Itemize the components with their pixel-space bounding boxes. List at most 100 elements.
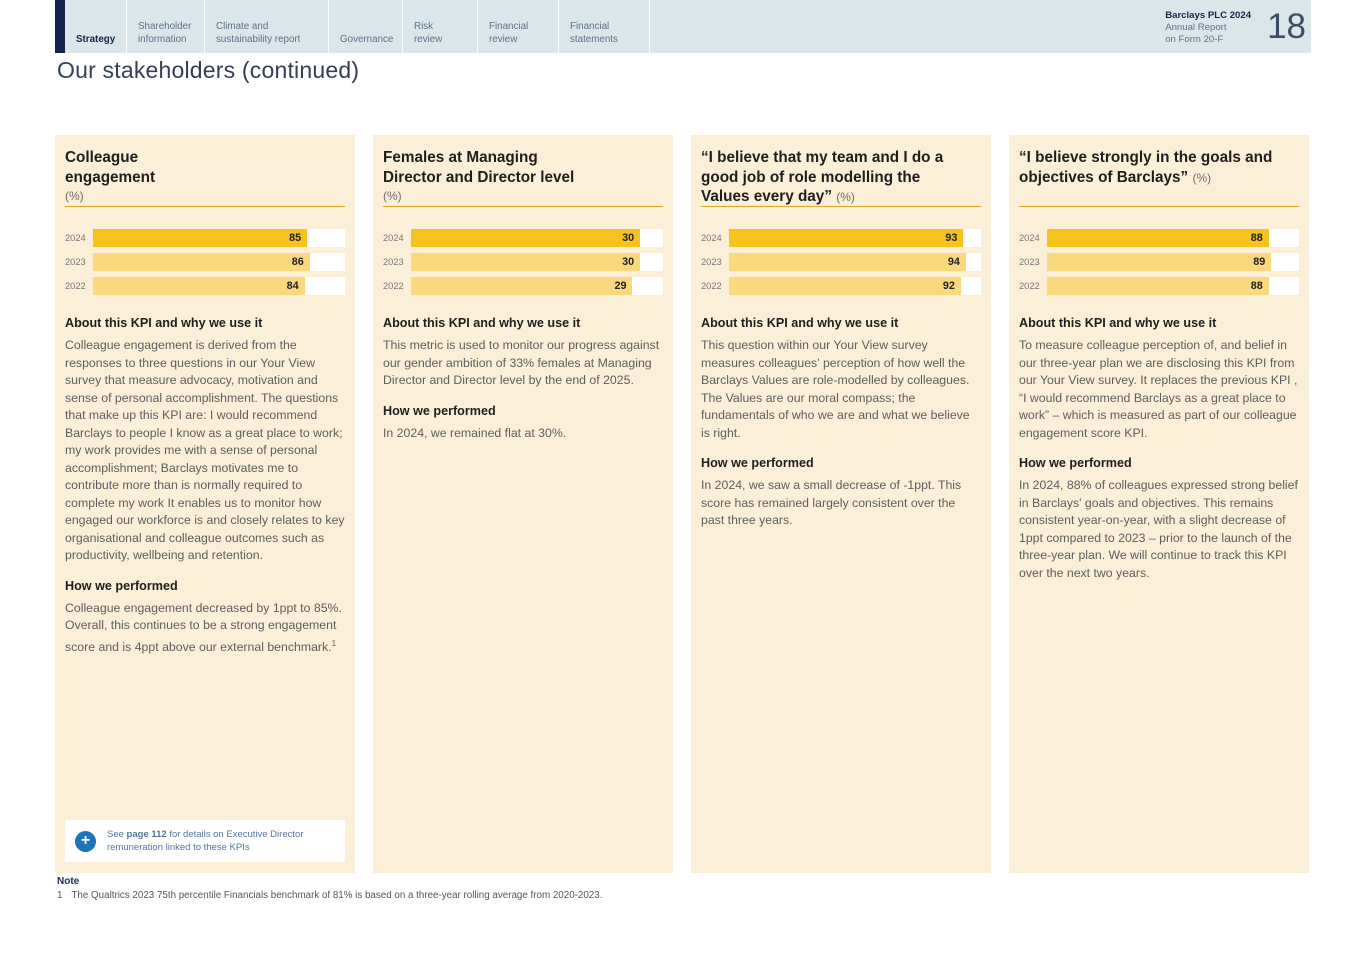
- how-we-performed-text: In 2024, 88% of colleagues expressed str…: [1019, 477, 1299, 582]
- page-112-cross-reference-link[interactable]: + See page 112 for details on Executive …: [65, 820, 345, 862]
- bar-track: 88: [1047, 277, 1299, 295]
- bar-row: 2022 29: [383, 277, 663, 295]
- bar-track: 94: [729, 253, 981, 271]
- bar-row: 2023 86: [65, 253, 345, 271]
- bar-value: 89: [1253, 256, 1265, 268]
- about-kpi-section: About this KPI and why we use it Colleag…: [65, 316, 345, 565]
- bar-track: 30: [411, 229, 663, 247]
- bar-year-label: 2022: [1019, 281, 1043, 291]
- bar-track: 29: [411, 277, 663, 295]
- bar-value: 84: [287, 280, 299, 292]
- bar-year-label: 2022: [383, 281, 407, 291]
- bar-track: 89: [1047, 253, 1299, 271]
- about-kpi-text: To measure colleague perception of, and …: [1019, 337, 1299, 442]
- bar-year-label: 2023: [1019, 257, 1043, 267]
- footnotes: Note 1 The Qualtrics 2023 75th percentil…: [57, 876, 602, 901]
- tab-risk-review[interactable]: Risk review: [403, 0, 478, 53]
- note-heading: Note: [57, 876, 602, 887]
- about-kpi-section: About this KPI and why we use it This qu…: [701, 316, 981, 442]
- about-kpi-text: Colleague engagement is derived from the…: [65, 337, 345, 565]
- card-header: Colleagueengagement (%): [65, 148, 345, 207]
- kpi-card-colleague-engagement: Colleagueengagement (%) 2024 85 2023 86 …: [55, 135, 355, 873]
- how-we-performed-text: In 2024, we saw a small decrease of -1pp…: [701, 477, 981, 530]
- card-header: Females at ManagingDirector and Director…: [383, 148, 663, 207]
- bar-year-label: 2024: [65, 233, 89, 243]
- about-kpi-heading: About this KPI and why we use it: [383, 316, 663, 330]
- bar-chart: 2024 93 2023 94 2022 92: [701, 229, 981, 295]
- report-header: Strategy Shareholder information Climate…: [55, 0, 1311, 53]
- bar-year-label: 2023: [383, 257, 407, 267]
- bar-year-label: 2024: [383, 233, 407, 243]
- bar-year-label: 2024: [1019, 233, 1043, 243]
- bar-track: 84: [93, 277, 345, 295]
- tab-strategy[interactable]: Strategy: [65, 0, 127, 53]
- about-kpi-section: About this KPI and why we use it To meas…: [1019, 316, 1299, 442]
- card-title: Colleagueengagement: [65, 148, 345, 187]
- tab-governance[interactable]: Governance: [329, 0, 403, 53]
- bar-row: 2024 88: [1019, 229, 1299, 247]
- bar: 84: [93, 277, 305, 295]
- card-header: “I believe strongly in the goals andobje…: [1019, 148, 1299, 207]
- bar-track: 85: [93, 229, 345, 247]
- kpi-card-goals-and-objectives: “I believe strongly in the goals andobje…: [1009, 135, 1309, 873]
- how-we-performed-heading: How we performed: [1019, 456, 1299, 470]
- bar-row: 2024 30: [383, 229, 663, 247]
- about-kpi-heading: About this KPI and why we use it: [1019, 316, 1299, 330]
- kpi-card-role-modelling-values: “I believe that my team and I do agood j…: [691, 135, 991, 873]
- bar: 30: [411, 253, 640, 271]
- note-item-number: 1: [57, 890, 62, 901]
- card-title: Females at ManagingDirector and Director…: [383, 148, 663, 187]
- bar-value: 30: [622, 256, 634, 268]
- unit-label: (%): [383, 189, 663, 206]
- bar-track: 88: [1047, 229, 1299, 247]
- how-we-performed-section: How we performed In 2024, 88% of colleag…: [1019, 456, 1299, 582]
- tab-climate-and-sustainability-report[interactable]: Climate and sustainability report: [205, 0, 329, 53]
- how-we-performed-text: In 2024, we remained flat at 30%.: [383, 425, 663, 443]
- unit-label: (%): [1192, 171, 1211, 185]
- bar-track: 92: [729, 277, 981, 295]
- about-kpi-heading: About this KPI and why we use it: [65, 316, 345, 330]
- card-header: “I believe that my team and I do agood j…: [701, 148, 981, 207]
- about-kpi-text: This question within our Your View surve…: [701, 337, 981, 442]
- bar-value: 88: [1251, 232, 1263, 244]
- bar-chart: 2024 85 2023 86 2022 84: [65, 229, 345, 295]
- plus-icon: +: [75, 831, 96, 852]
- how-we-performed-section: How we performed In 2024, we remained fl…: [383, 404, 663, 443]
- bar: 92: [729, 277, 961, 295]
- bar-row: 2022 88: [1019, 277, 1299, 295]
- bar-value: 29: [614, 280, 626, 292]
- bar: 30: [411, 229, 640, 247]
- bar-track: 30: [411, 253, 663, 271]
- tab-financial-review[interactable]: Financial review: [478, 0, 559, 53]
- bar-value: 94: [948, 256, 960, 268]
- report-name: Barclays PLC 2024: [1165, 10, 1251, 22]
- about-kpi-section: About this KPI and why we use it This me…: [383, 316, 663, 390]
- report-subtitle-line: on Form 20-F: [1165, 34, 1251, 46]
- tab-shareholder-information[interactable]: Shareholder information: [127, 0, 205, 53]
- how-we-performed-heading: How we performed: [65, 579, 345, 593]
- unit-label: (%): [65, 189, 345, 206]
- bar: 93: [729, 229, 963, 247]
- bar: 88: [1047, 229, 1269, 247]
- bar: 89: [1047, 253, 1271, 271]
- bar-value: 88: [1251, 280, 1263, 292]
- bar-row: 2023 30: [383, 253, 663, 271]
- bar-row: 2023 94: [701, 253, 981, 271]
- bar-chart: 2024 30 2023 30 2022 29: [383, 229, 663, 295]
- how-we-performed-heading: How we performed: [701, 456, 981, 470]
- bar-year-label: 2023: [65, 257, 89, 267]
- how-we-performed-heading: How we performed: [383, 404, 663, 418]
- tab-financial-statements[interactable]: Financial statements: [559, 0, 650, 53]
- bar-row: 2024 93: [701, 229, 981, 247]
- bar-track: 86: [93, 253, 345, 271]
- kpi-card-females-md-director: Females at ManagingDirector and Director…: [373, 135, 673, 873]
- page-title: Our stakeholders (continued): [57, 57, 359, 84]
- about-kpi-text: This metric is used to monitor our progr…: [383, 337, 663, 390]
- bar: 94: [729, 253, 966, 271]
- kpi-cards-row: Colleagueengagement (%) 2024 85 2023 86 …: [55, 135, 1309, 873]
- unit-label: (%): [836, 190, 855, 204]
- bar-value: 92: [943, 280, 955, 292]
- cross-reference-text: See page 112 for details on Executive Di…: [107, 828, 335, 854]
- bar-value: 86: [292, 256, 304, 268]
- bar: 88: [1047, 277, 1269, 295]
